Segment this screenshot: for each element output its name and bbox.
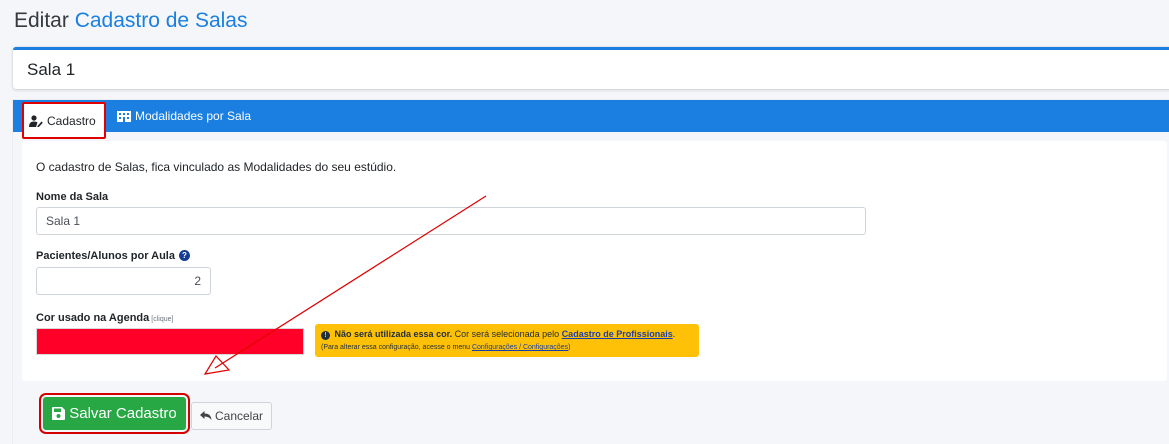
form-footer bbox=[13, 382, 1169, 444]
profissionais-link[interactable]: Cadastro de Profissionais bbox=[562, 329, 673, 339]
undo-icon bbox=[199, 411, 212, 421]
save-button[interactable]: Salvar Cadastro bbox=[43, 397, 186, 430]
color-warning-alert: ! Não será utilizada essa cor. Cor será … bbox=[315, 324, 699, 357]
page-title-accent: Cadastro de Salas bbox=[74, 9, 248, 32]
tab-content: O cadastro de Salas, fica vinculado as M… bbox=[22, 141, 1167, 381]
save-icon bbox=[52, 407, 66, 420]
page-title: Editar Cadastro de Salas bbox=[14, 9, 247, 33]
agenda-color-label: Cor usado na Agenda [clique] bbox=[36, 312, 174, 324]
tab-cadastro-label: Cadastro bbox=[47, 113, 96, 128]
agenda-color-picker[interactable] bbox=[36, 328, 304, 355]
students-per-class-input[interactable] bbox=[36, 267, 211, 295]
cancel-button-label: Cancelar bbox=[214, 409, 264, 423]
configuracoes-link[interactable]: Configurações / Configurações bbox=[472, 344, 568, 351]
save-button-label: Salvar Cadastro bbox=[69, 405, 177, 422]
room-name-label: Nome da Sala bbox=[36, 191, 109, 203]
record-title: Sala 1 bbox=[27, 60, 76, 79]
tab-cadastro[interactable]: Cadastro bbox=[22, 102, 106, 139]
agenda-color-hint: [clique] bbox=[151, 316, 174, 323]
cancel-button[interactable]: Cancelar bbox=[191, 402, 272, 430]
tab-modalidades[interactable]: Modalidades por Sala bbox=[117, 100, 251, 132]
room-name-input[interactable] bbox=[36, 207, 866, 235]
exclamation-circle-icon: ! bbox=[321, 331, 330, 340]
record-header-card: Sala 1 bbox=[13, 47, 1169, 89]
question-circle-icon[interactable]: ? bbox=[178, 250, 190, 261]
building-icon bbox=[117, 110, 131, 122]
user-edit-icon bbox=[29, 114, 43, 127]
page-title-prefix: Editar bbox=[14, 9, 69, 32]
form-description: O cadastro de Salas, fica vinculado as M… bbox=[36, 160, 397, 174]
form-card: Cadastro Modalidades por Sala O cadastro… bbox=[13, 100, 1169, 444]
students-per-class-label: Pacientes/Alunos por Aula? bbox=[36, 250, 190, 262]
tab-modalidades-label: Modalidades por Sala bbox=[135, 109, 252, 123]
